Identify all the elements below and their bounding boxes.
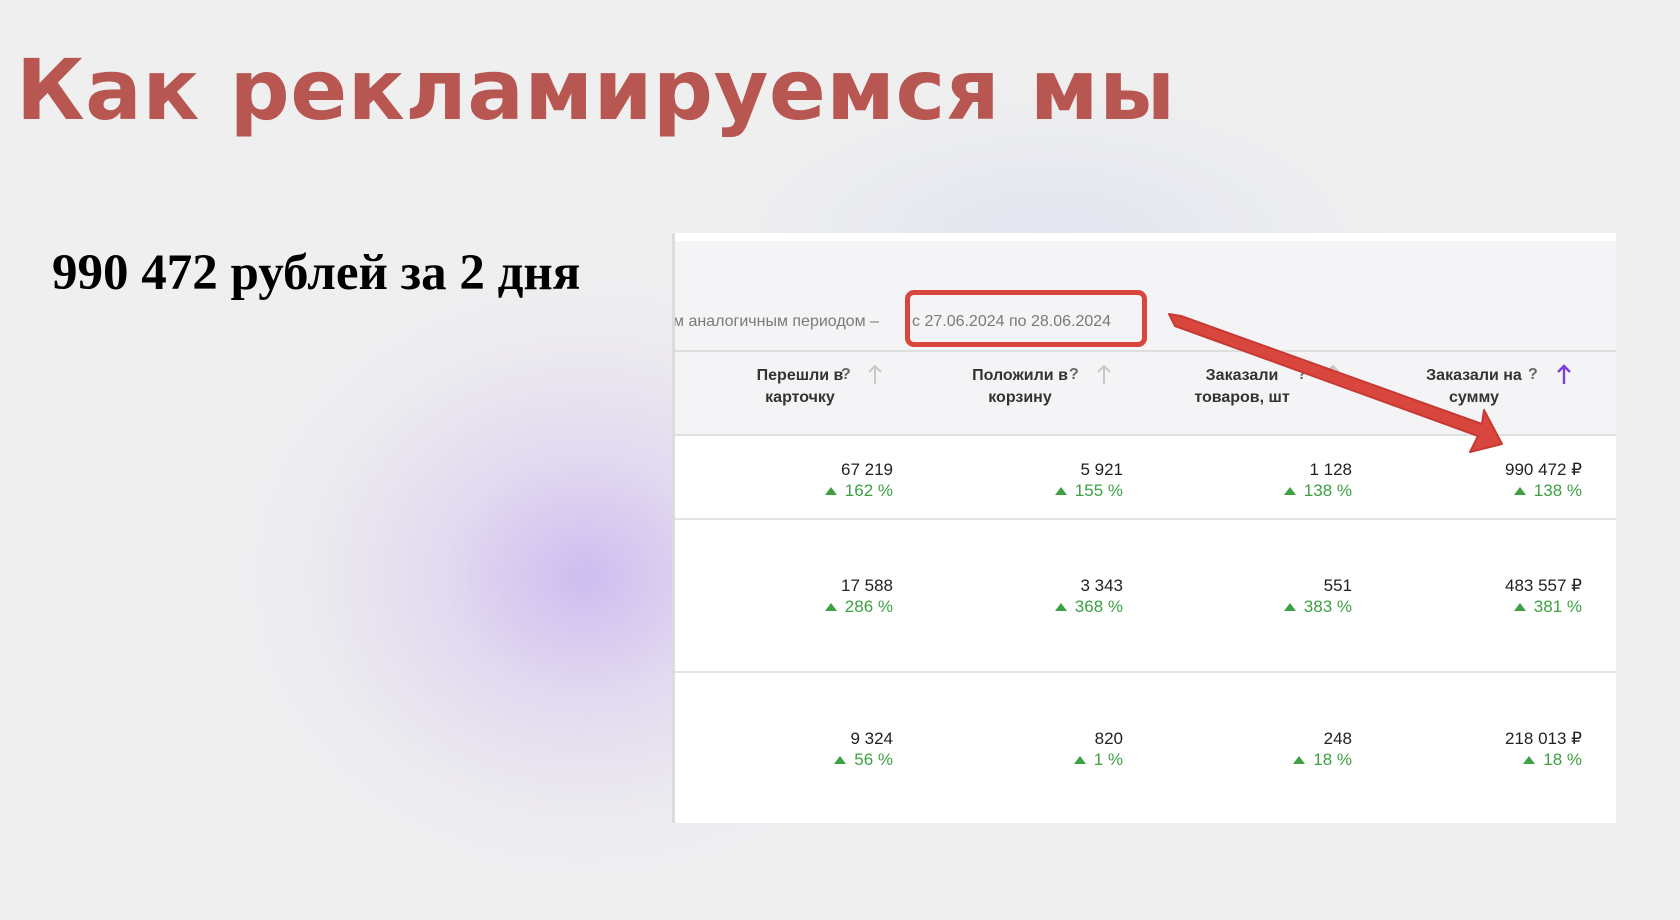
question-mark-icon[interactable]: ? <box>841 366 851 384</box>
triangle-up-icon <box>824 603 837 611</box>
table-cell: 483 557 ₽ 381 % <box>1505 576 1582 616</box>
table-cell: 248 18 % <box>1152 728 1352 770</box>
table-cell: 5 921 155 % <box>923 459 1123 501</box>
table-cell: 218 013 ₽ 18 % <box>1505 729 1582 769</box>
table-row[interactable]: 17 588 286 % 3 343 368 % 551 383 % 483 5… <box>675 520 1616 673</box>
triangle-up-icon <box>1523 756 1536 764</box>
arrow-up-icon[interactable] <box>1096 364 1112 386</box>
arrow-up-icon[interactable] <box>1325 364 1341 386</box>
triangle-up-icon <box>1293 756 1306 764</box>
report-screenshot: м аналогичным периодом – с 27.06.2024 по… <box>672 233 1616 823</box>
column-header-card-visits[interactable]: Перешли в карточку <box>715 365 885 409</box>
question-mark-icon[interactable]: ? <box>1297 366 1307 384</box>
table-row[interactable]: 9 324 56 % 820 1 % 248 18 % 218 013 ₽ 18… <box>675 673 1616 823</box>
triangle-up-icon <box>1513 487 1526 495</box>
triangle-up-icon <box>834 756 847 764</box>
table-cell: 17 588 286 % <box>693 575 893 617</box>
table-cell: 3 343 368 % <box>923 575 1123 617</box>
table-cell: 551 383 % <box>1152 575 1352 617</box>
slide-title: Как рекламируемся мы <box>16 41 1176 139</box>
triangle-up-icon <box>1283 603 1296 611</box>
triangle-up-icon <box>824 487 837 495</box>
table-cell: 1 128 138 % <box>1152 459 1352 501</box>
table-row[interactable]: 67 219 162 % 5 921 155 % 1 128 138 % 990… <box>675 436 1616 520</box>
period-bar: м аналогичным периодом – с 27.06.2024 по… <box>675 241 1616 352</box>
table-cell: 990 472 ₽ 138 % <box>1505 460 1582 500</box>
table-cell: 67 219 162 % <box>693 459 893 501</box>
question-mark-icon[interactable]: ? <box>1528 366 1538 384</box>
table-header: Перешли в карточку ? Положили в корзину … <box>675 352 1616 436</box>
arrow-up-icon[interactable] <box>1556 364 1572 386</box>
triangle-up-icon <box>1054 487 1067 495</box>
triangle-up-icon <box>1054 603 1067 611</box>
table-cell: 9 324 56 % <box>693 728 893 770</box>
column-header-added-to-cart[interactable]: Положили в корзину <box>935 365 1105 409</box>
triangle-up-icon <box>1283 487 1296 495</box>
triangle-up-icon <box>1073 756 1086 764</box>
period-prefix: м аналогичным периодом – <box>673 313 879 330</box>
slide-subtitle: 990 472 рублей за 2 дня <box>52 245 581 301</box>
period-highlight-frame <box>905 290 1147 347</box>
triangle-up-icon <box>1513 603 1526 611</box>
table-cell: 820 1 % <box>923 728 1123 770</box>
arrow-up-icon[interactable] <box>867 364 883 386</box>
question-mark-icon[interactable]: ? <box>1069 366 1079 384</box>
